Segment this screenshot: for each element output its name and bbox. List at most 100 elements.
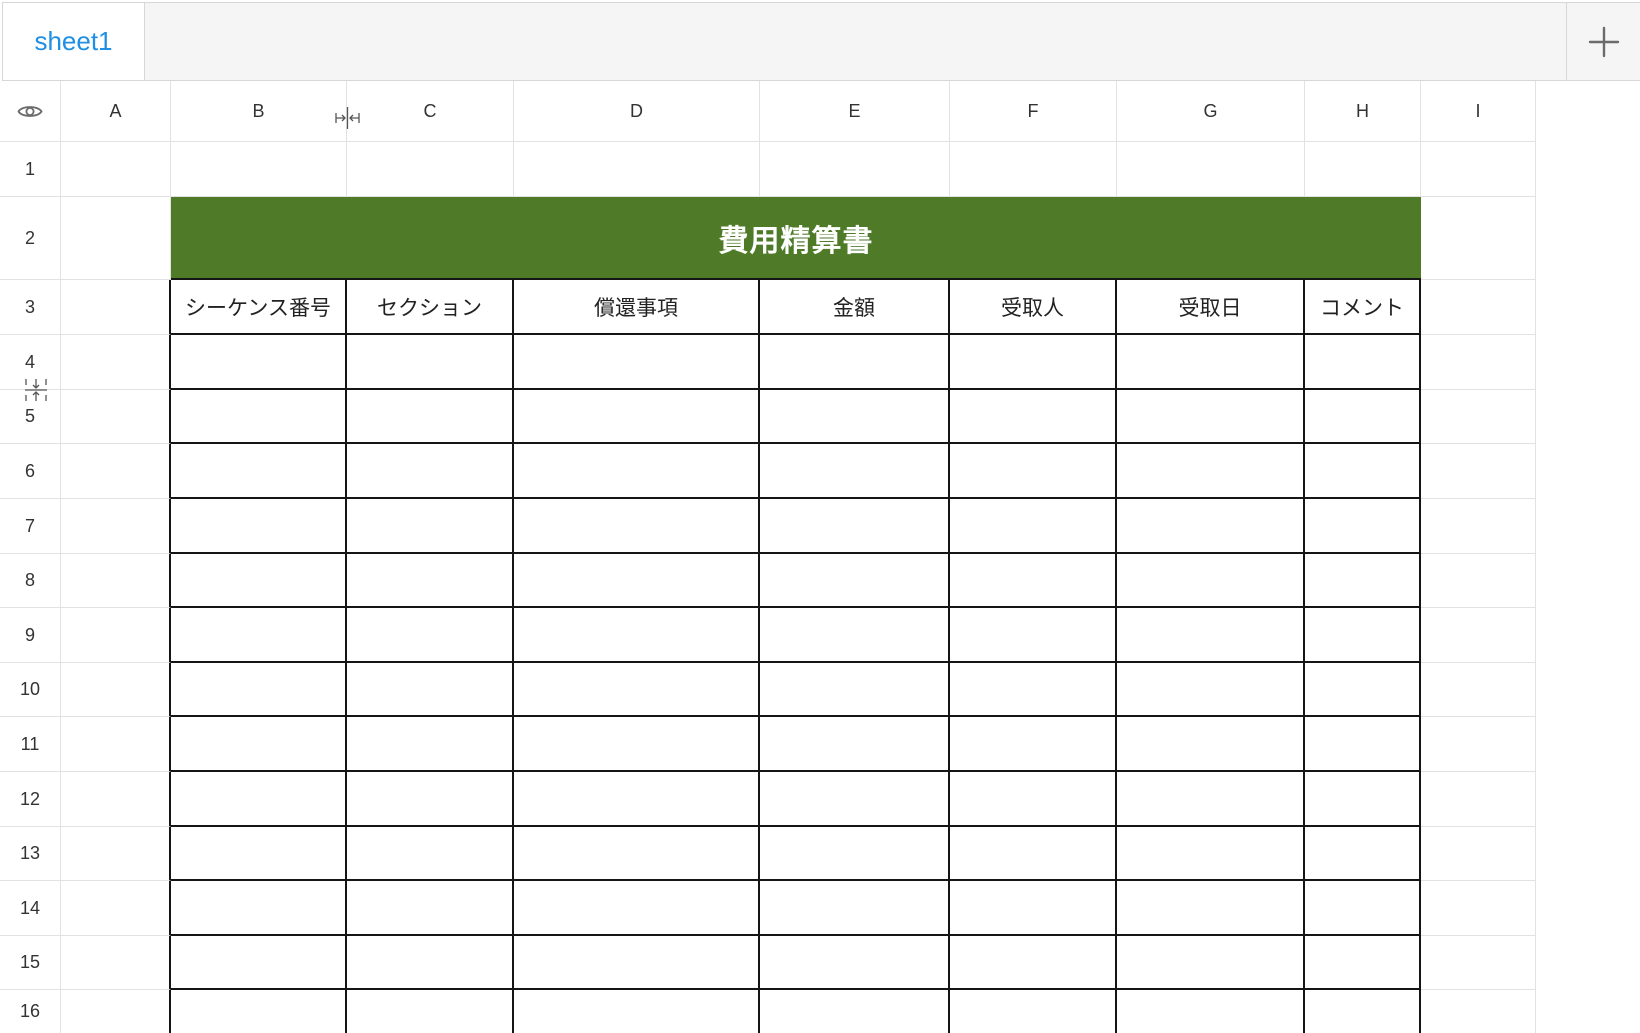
- cell-i14[interactable]: [1421, 881, 1536, 936]
- table-cell[interactable]: [1117, 499, 1305, 554]
- table-cell[interactable]: [760, 990, 950, 1033]
- table-cell[interactable]: [760, 717, 950, 772]
- table-cell[interactable]: [1305, 663, 1421, 717]
- table-cell[interactable]: [171, 990, 347, 1033]
- table-cell[interactable]: [1305, 499, 1421, 554]
- table-cell[interactable]: [1117, 772, 1305, 827]
- cell-i9[interactable]: [1421, 608, 1536, 663]
- column-header-b[interactable]: B: [171, 81, 347, 142]
- row-header-9[interactable]: 9: [0, 608, 61, 663]
- row-header-8[interactable]: 8: [0, 554, 61, 608]
- table-cell[interactable]: [950, 335, 1117, 390]
- table-cell[interactable]: [171, 335, 347, 390]
- table-cell[interactable]: [347, 663, 514, 717]
- row-header-15[interactable]: 15: [0, 936, 61, 990]
- sheet-tab[interactable]: sheet1: [3, 3, 145, 80]
- table-cell[interactable]: [950, 881, 1117, 936]
- table-cell[interactable]: [760, 663, 950, 717]
- table-cell[interactable]: [171, 554, 347, 608]
- cell-b1[interactable]: [171, 142, 347, 197]
- cell-i10[interactable]: [1421, 663, 1536, 717]
- cell-a6[interactable]: [61, 444, 171, 499]
- table-cell[interactable]: [950, 717, 1117, 772]
- table-cell[interactable]: [760, 772, 950, 827]
- table-cell[interactable]: [347, 772, 514, 827]
- table-header-amount[interactable]: 金額: [760, 280, 950, 335]
- table-cell[interactable]: [171, 717, 347, 772]
- cell-i13[interactable]: [1421, 827, 1536, 881]
- cell-i7[interactable]: [1421, 499, 1536, 554]
- table-cell[interactable]: [1305, 335, 1421, 390]
- table-cell[interactable]: [1305, 390, 1421, 444]
- cell-a4[interactable]: [61, 335, 171, 390]
- table-cell[interactable]: [171, 390, 347, 444]
- cell-i1[interactable]: [1421, 142, 1536, 197]
- table-cell[interactable]: [950, 827, 1117, 881]
- table-cell[interactable]: [171, 936, 347, 990]
- table-cell[interactable]: [1305, 608, 1421, 663]
- column-header-h[interactable]: H: [1305, 81, 1421, 142]
- table-cell[interactable]: [1117, 390, 1305, 444]
- column-header-f[interactable]: F: [950, 81, 1117, 142]
- cell-e1[interactable]: [760, 142, 950, 197]
- table-cell[interactable]: [171, 608, 347, 663]
- row-header-1[interactable]: 1: [0, 142, 61, 197]
- row-header-12[interactable]: 12: [0, 772, 61, 827]
- table-cell[interactable]: [1117, 881, 1305, 936]
- table-cell[interactable]: [950, 554, 1117, 608]
- table-cell[interactable]: [514, 499, 760, 554]
- table-cell[interactable]: [950, 390, 1117, 444]
- table-cell[interactable]: [514, 608, 760, 663]
- column-header-a[interactable]: A: [61, 81, 171, 142]
- table-cell[interactable]: [347, 717, 514, 772]
- table-cell[interactable]: [760, 335, 950, 390]
- table-cell[interactable]: [514, 772, 760, 827]
- table-cell[interactable]: [760, 444, 950, 499]
- table-cell[interactable]: [950, 936, 1117, 990]
- table-cell[interactable]: [171, 772, 347, 827]
- table-cell[interactable]: [1305, 827, 1421, 881]
- table-cell[interactable]: [347, 444, 514, 499]
- add-sheet-button[interactable]: [1566, 3, 1640, 80]
- cell-i4[interactable]: [1421, 335, 1536, 390]
- table-cell[interactable]: [514, 663, 760, 717]
- table-cell[interactable]: [514, 827, 760, 881]
- table-cell[interactable]: [1305, 717, 1421, 772]
- table-cell[interactable]: [1117, 936, 1305, 990]
- eye-icon[interactable]: [17, 103, 43, 120]
- cell-a5[interactable]: [61, 390, 171, 444]
- cell-a1[interactable]: [61, 142, 171, 197]
- cell-i15[interactable]: [1421, 936, 1536, 990]
- row-header-10[interactable]: 10: [0, 663, 61, 717]
- cell-a15[interactable]: [61, 936, 171, 990]
- table-cell[interactable]: [347, 499, 514, 554]
- column-header-d[interactable]: D: [514, 81, 760, 142]
- column-header-g[interactable]: G: [1117, 81, 1305, 142]
- cell-a3[interactable]: [61, 280, 171, 335]
- table-cell[interactable]: [514, 936, 760, 990]
- table-cell[interactable]: [950, 608, 1117, 663]
- cell-c1[interactable]: [347, 142, 514, 197]
- table-cell[interactable]: [1305, 554, 1421, 608]
- table-cell[interactable]: [347, 936, 514, 990]
- cell-a16[interactable]: [61, 990, 171, 1033]
- cell-a7[interactable]: [61, 499, 171, 554]
- table-cell[interactable]: [514, 554, 760, 608]
- table-cell[interactable]: [950, 990, 1117, 1033]
- row-header-3[interactable]: 3: [0, 280, 61, 335]
- table-cell[interactable]: [760, 881, 950, 936]
- table-cell[interactable]: [1117, 827, 1305, 881]
- row-header-16[interactable]: 16: [0, 990, 61, 1033]
- table-cell[interactable]: [171, 499, 347, 554]
- row-resize-icon[interactable]: [24, 377, 48, 403]
- cell-a8[interactable]: [61, 554, 171, 608]
- cell-d1[interactable]: [514, 142, 760, 197]
- table-cell[interactable]: [760, 554, 950, 608]
- table-cell[interactable]: [1305, 990, 1421, 1033]
- table-cell[interactable]: [171, 827, 347, 881]
- cell-i5[interactable]: [1421, 390, 1536, 444]
- table-cell[interactable]: [760, 390, 950, 444]
- cell-i2[interactable]: [1421, 197, 1536, 280]
- table-cell[interactable]: [1305, 444, 1421, 499]
- cell-a13[interactable]: [61, 827, 171, 881]
